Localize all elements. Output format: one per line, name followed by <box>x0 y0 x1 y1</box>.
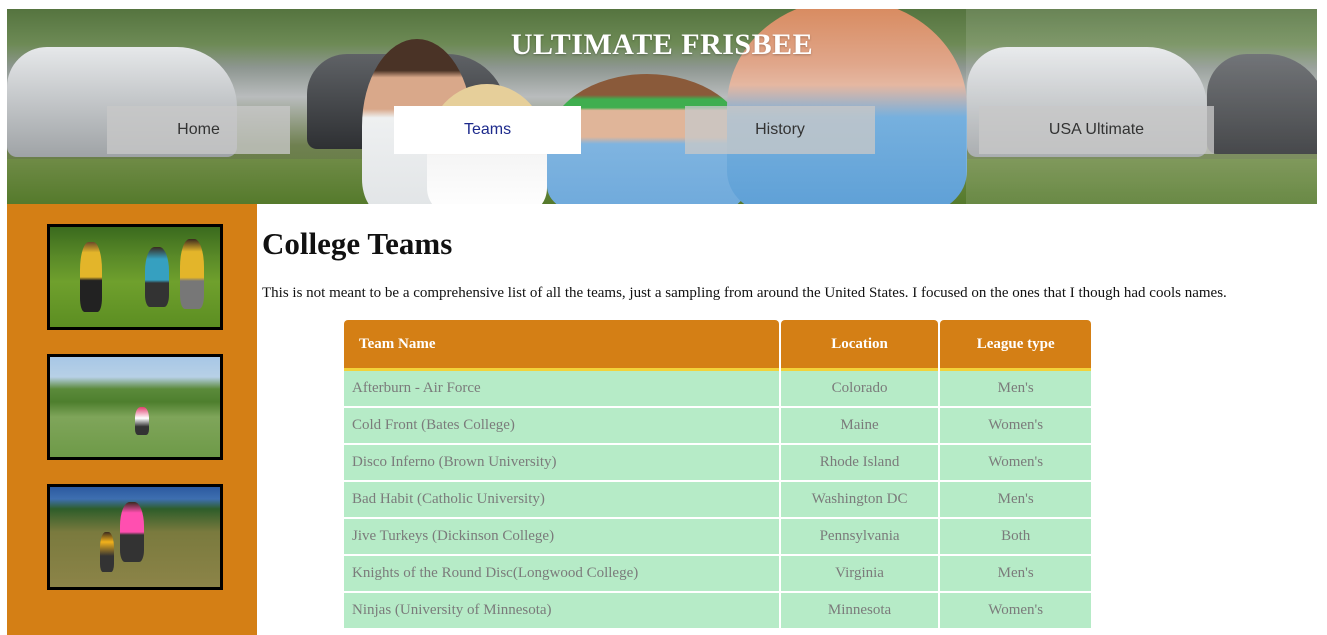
cell-team-name: Afterburn - Air Force <box>344 371 779 408</box>
cell-team-name: Knights of the Round Disc(Longwood Colle… <box>344 556 779 593</box>
nav-history[interactable]: History <box>685 106 875 154</box>
cell-location: Washington DC <box>780 482 939 519</box>
cell-team-name: Jive Turkeys (Dickinson College) <box>344 519 779 556</box>
cell-league-type: Women's <box>940 445 1091 482</box>
cell-league-type: Men's <box>940 556 1091 593</box>
table-row: Jive Turkeys (Dickinson College) Pennsyl… <box>344 519 1091 556</box>
cell-league-type: Women's <box>940 408 1091 445</box>
cell-location: Virginia <box>780 556 939 593</box>
photo-player <box>100 532 114 572</box>
nav-teams[interactable]: Teams <box>394 106 581 154</box>
cell-location: Maine <box>780 408 939 445</box>
photo-player <box>135 407 149 435</box>
cell-league-type: Men's <box>940 482 1091 519</box>
column-header-league-type: League type <box>940 320 1091 371</box>
photo-player <box>180 239 204 309</box>
cell-location: Colorado <box>780 371 939 408</box>
sidebar <box>7 204 257 635</box>
column-header-team-name: Team Name <box>344 320 779 371</box>
photo-player <box>120 502 144 562</box>
table-header-row: Team Name Location League type <box>344 320 1091 371</box>
cell-team-name: Disco Inferno (Brown University) <box>344 445 779 482</box>
table-row: Ninjas (University of Minnesota) Minneso… <box>344 593 1091 630</box>
site-title: ULTIMATE FRISBEE <box>510 28 814 61</box>
cell-team-name: Ninjas (University of Minnesota) <box>344 593 779 630</box>
sidebar-photo-1 <box>47 224 223 330</box>
cell-location: Rhode Island <box>780 445 939 482</box>
table-row: Bad Habit (Catholic University) Washingt… <box>344 482 1091 519</box>
cell-league-type: Both <box>940 519 1091 556</box>
table-row: Knights of the Round Disc(Longwood Colle… <box>344 556 1091 593</box>
cell-team-name: Cold Front (Bates College) <box>344 408 779 445</box>
table-row: Disco Inferno (Brown University) Rhode I… <box>344 445 1091 482</box>
table-row: Cold Front (Bates College) Maine Women's <box>344 408 1091 445</box>
photo-player <box>80 242 102 312</box>
cell-league-type: Women's <box>940 593 1091 630</box>
column-header-location: Location <box>780 320 939 371</box>
intro-text: This is not meant to be a comprehensive … <box>262 285 1227 301</box>
nav-usa-ultimate[interactable]: USA Ultimate <box>979 106 1214 154</box>
nav-home[interactable]: Home <box>107 106 290 154</box>
cell-league-type: Men's <box>940 371 1091 408</box>
photo-player <box>145 247 169 307</box>
cell-location: Minnesota <box>780 593 939 630</box>
cell-team-name: Bad Habit (Catholic University) <box>344 482 779 519</box>
page-title: College Teams <box>262 226 453 261</box>
cell-location: Pennsylvania <box>780 519 939 556</box>
teams-table: Team Name Location League type Afterburn… <box>342 320 1093 630</box>
sidebar-photo-2 <box>47 354 223 460</box>
table-row: Afterburn - Air Force Colorado Men's <box>344 371 1091 408</box>
sidebar-photo-3 <box>47 484 223 590</box>
